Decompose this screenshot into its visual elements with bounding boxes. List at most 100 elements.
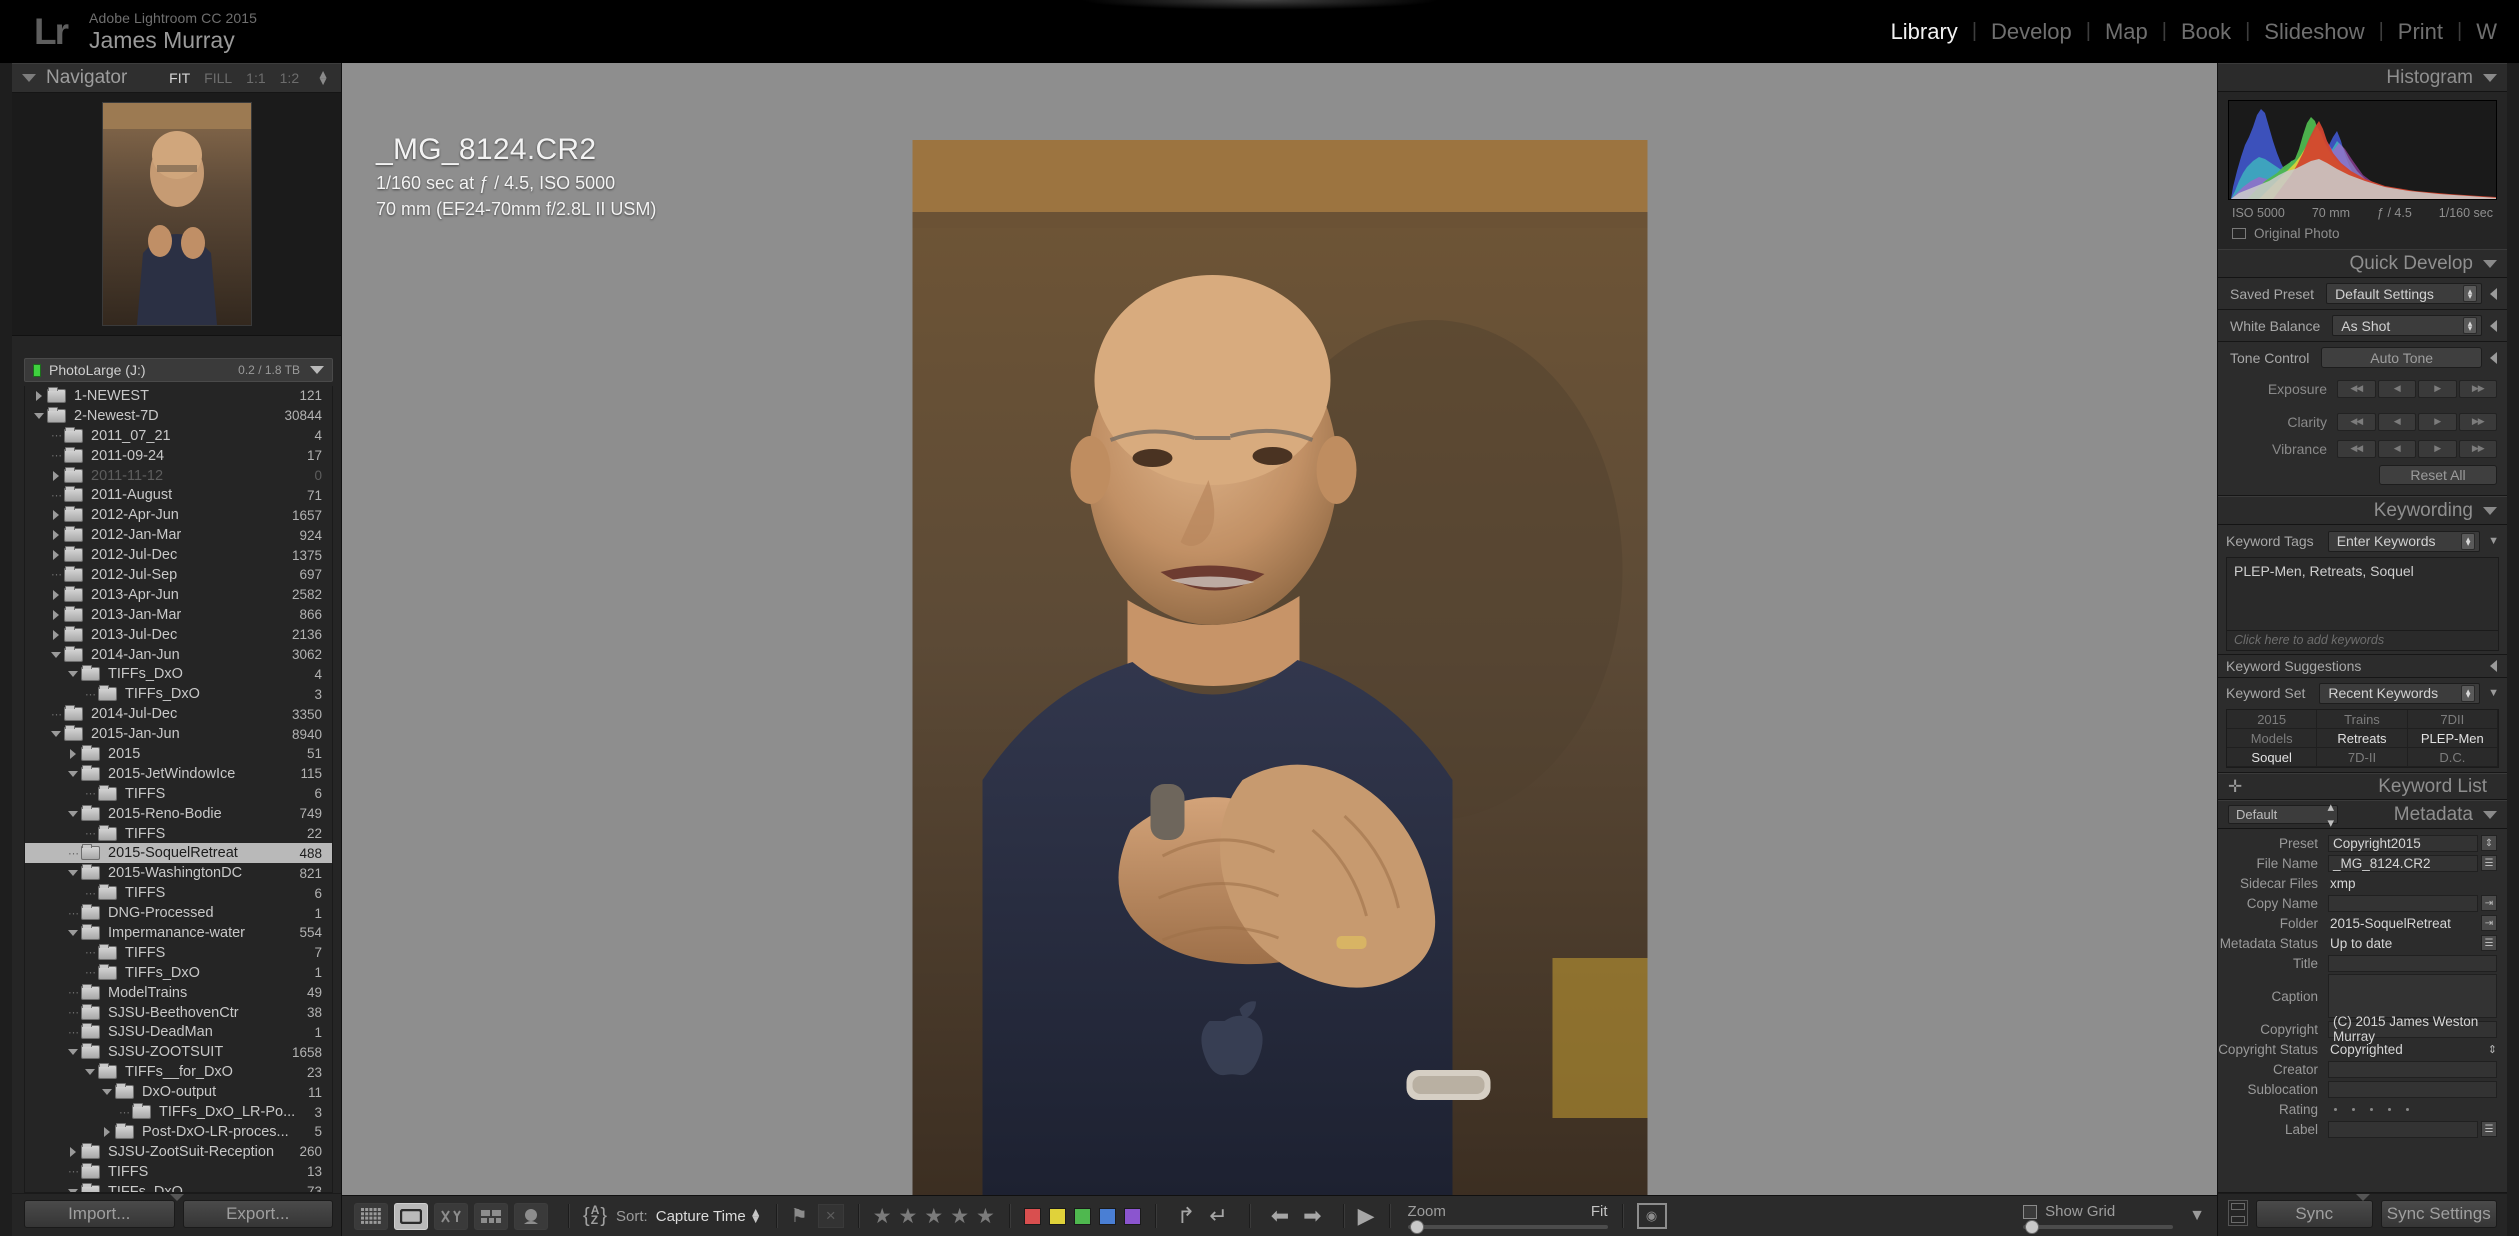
folder-row[interactable]: ⋯ 2011-09-24 17 bbox=[25, 446, 332, 466]
sync-mode-icon[interactable] bbox=[2228, 1200, 2248, 1226]
disclosure-right-icon[interactable] bbox=[48, 609, 64, 620]
folder-row[interactable]: TIFFs__for_DxO 23 bbox=[25, 1062, 332, 1082]
rating-control[interactable] bbox=[2328, 1107, 2409, 1111]
module-develop[interactable]: Develop bbox=[1977, 19, 2086, 45]
disclosure-dots-icon[interactable]: ⋯ bbox=[82, 966, 98, 979]
folder-row[interactable]: 2012-Apr-Jun 1657 bbox=[25, 505, 332, 525]
disclosure-dots-icon[interactable]: ⋯ bbox=[82, 946, 98, 959]
disclosure-dots-icon[interactable]: ⋯ bbox=[65, 1026, 81, 1039]
next-photo-icon[interactable]: ➡ bbox=[1303, 1203, 1321, 1229]
metadata-field[interactable] bbox=[2328, 1120, 2478, 1138]
module-map[interactable]: Map bbox=[2091, 19, 2162, 45]
disclosure-dots-icon[interactable]: ⋯ bbox=[48, 568, 64, 581]
disclosure-down-icon[interactable] bbox=[48, 651, 64, 658]
original-photo-toggle[interactable]: Original Photo bbox=[2218, 224, 2507, 249]
navigator-header[interactable]: Navigator FIT FILL 1:1 1:2 ▲ ▼ bbox=[12, 63, 341, 93]
quick-develop-header[interactable]: Quick Develop bbox=[2218, 249, 2507, 278]
previous-photo-icon[interactable]: ⬅ bbox=[1271, 1203, 1289, 1229]
folder-row[interactable]: 2015-Jan-Jun 8940 bbox=[25, 724, 332, 744]
star-3[interactable]: ★ bbox=[924, 1204, 943, 1229]
chevron-down-icon[interactable]: ▼ bbox=[2488, 687, 2499, 699]
disclosure-right-icon[interactable] bbox=[48, 510, 64, 521]
chevron-down-icon[interactable] bbox=[2483, 506, 2497, 515]
disclosure-dots-icon[interactable]: ⋯ bbox=[48, 489, 64, 502]
vibrance-big-increase[interactable]: ▶▶ bbox=[2458, 439, 2497, 458]
zoom-value[interactable]: Fit bbox=[1591, 1203, 1608, 1220]
disclosure-down-icon[interactable] bbox=[65, 1049, 81, 1056]
chevron-left-icon[interactable] bbox=[2490, 351, 2497, 364]
panel-collapse-arrow-icon[interactable] bbox=[2355, 1194, 2370, 1201]
rotate-right-icon[interactable]: ↱ bbox=[1177, 1203, 1195, 1229]
disclosure-right-icon[interactable] bbox=[99, 1126, 115, 1137]
module-slideshow[interactable]: Slideshow bbox=[2250, 19, 2378, 45]
keyword-set-grid[interactable]: 2015 Trains 7DII Models Retreats PLEP-Men Soqu… bbox=[2226, 709, 2499, 768]
metadata-header[interactable]: Default ▴ ▾ Metadata bbox=[2218, 799, 2507, 830]
clarity-increase[interactable]: ▶ bbox=[2418, 412, 2457, 431]
zoom-fit[interactable]: FIT bbox=[169, 70, 190, 86]
disclosure-down-icon[interactable] bbox=[65, 929, 81, 936]
metadata-view-select[interactable]: Default ▴ ▾ bbox=[2228, 799, 2338, 830]
clarity-decrease[interactable]: ◀ bbox=[2377, 412, 2416, 431]
reset-all-button[interactable]: Reset All bbox=[2379, 465, 2497, 485]
export-button[interactable]: Export... bbox=[182, 1200, 333, 1228]
disclosure-dots-icon[interactable]: ⋯ bbox=[82, 887, 98, 900]
keyword-tags-mode-select[interactable]: Enter Keywords ▴ ▾ bbox=[2327, 530, 2481, 552]
sort-value[interactable]: Capture Time bbox=[656, 1208, 746, 1225]
go-to-folder-icon[interactable]: ⇥ bbox=[2481, 915, 2497, 931]
zoom-fill[interactable]: FILL bbox=[204, 70, 232, 86]
disclosure-down-icon[interactable] bbox=[48, 731, 64, 738]
folder-tree[interactable]: 1-NEWEST 121 2-Newest-7D 30844 ⋯ 2011_07_21 4 ⋯… bbox=[24, 386, 333, 1193]
folder-row[interactable]: ⋯ SJSU-DeadMan 1 bbox=[25, 1023, 332, 1043]
show-grid-checkbox[interactable] bbox=[2023, 1204, 2038, 1219]
exposure-nudge-group[interactable]: ◀◀ ◀ ▶ ▶▶ bbox=[2337, 379, 2497, 398]
disclosure-right-icon[interactable] bbox=[48, 470, 64, 481]
disclosure-right-icon[interactable] bbox=[31, 390, 47, 401]
disclosure-dots-icon[interactable]: ⋯ bbox=[65, 907, 81, 920]
folder-row[interactable]: ⋯ TIFFS 13 bbox=[25, 1162, 332, 1182]
chevron-down-icon[interactable] bbox=[2483, 810, 2497, 819]
disclosure-down-icon[interactable] bbox=[65, 810, 81, 817]
loupe-stage[interactable]: _MG_8124.CR2 1/160 sec at ƒ / 4.5, ISO 5… bbox=[342, 63, 2217, 1195]
vibrance-decrease[interactable]: ◀ bbox=[2377, 439, 2416, 458]
disclosure-dots-icon[interactable]: ⋯ bbox=[48, 429, 64, 442]
survey-view-icon[interactable] bbox=[474, 1202, 508, 1230]
folder-row[interactable]: ⋯ 2015-SoquelRetreat 488 bbox=[25, 843, 332, 864]
folder-row[interactable]: ⋯ SJSU-BeethovenCtr 38 bbox=[25, 1003, 332, 1023]
volume-menu-icon[interactable] bbox=[310, 366, 324, 374]
chevron-down-icon[interactable] bbox=[22, 74, 36, 82]
rotate-left-icon[interactable]: ↵ bbox=[1209, 1203, 1227, 1229]
go-to-folder-icon[interactable]: ⇥ bbox=[2481, 895, 2497, 911]
grid-size-handle[interactable] bbox=[2025, 1220, 2040, 1234]
keyword-list-header[interactable]: ✛ Keyword List bbox=[2218, 773, 2507, 800]
people-view-icon[interactable] bbox=[514, 1202, 548, 1230]
flag-reject-icon[interactable]: × bbox=[817, 1204, 844, 1228]
clarity-big-decrease[interactable]: ◀◀ bbox=[2337, 412, 2376, 431]
vibrance-nudge-group[interactable]: ◀◀ ◀ ▶ ▶▶ bbox=[2337, 439, 2497, 458]
keyword-set-cell[interactable]: 2015 bbox=[2227, 710, 2318, 729]
zoom-1-1[interactable]: 1:1 bbox=[246, 70, 265, 86]
metadata-menu-icon[interactable]: ☰ bbox=[2481, 935, 2497, 951]
disclosure-dots-icon[interactable]: ⋯ bbox=[65, 1165, 81, 1178]
keyword-set-select[interactable]: Recent Keywords ▴ ▾ bbox=[2319, 682, 2481, 704]
folder-row[interactable]: 2014-Jan-Jun 3062 bbox=[25, 645, 332, 665]
folder-row[interactable]: ⋯ TIFFS 6 bbox=[25, 784, 332, 804]
color-label-swatch-4[interactable] bbox=[1098, 1207, 1116, 1225]
histogram-header[interactable]: Histogram bbox=[2218, 63, 2507, 92]
folder-row[interactable]: SJSU-ZootSuit-Reception 260 bbox=[25, 1142, 332, 1162]
disclosure-dots-icon[interactable]: ⋯ bbox=[82, 827, 98, 840]
metadata-field[interactable]: (C) 2015 James Weston Murray bbox=[2328, 1014, 2497, 1044]
import-button[interactable]: Import... bbox=[24, 1200, 175, 1228]
auto-tone-button[interactable]: Auto Tone bbox=[2321, 347, 2482, 368]
navigator-thumbnail[interactable] bbox=[102, 103, 251, 325]
disclosure-dots-icon[interactable]: ⋯ bbox=[82, 787, 98, 800]
folder-row[interactable]: 2013-Apr-Jun 2582 bbox=[25, 585, 332, 605]
folder-row[interactable]: ⋯ 2012-Jul-Sep 697 bbox=[25, 565, 332, 585]
keyword-set-cell[interactable]: Trains bbox=[2317, 710, 2408, 729]
keyword-set-cell[interactable]: D.C. bbox=[2407, 748, 2498, 767]
toolbar-options-chevron-icon[interactable]: ▼ bbox=[2189, 1207, 2205, 1225]
keyword-set-cell[interactable]: PLEP-Men bbox=[2407, 729, 2498, 748]
keyword-set-cell[interactable]: Models bbox=[2227, 729, 2318, 748]
keywording-header[interactable]: Keywording bbox=[2218, 496, 2507, 525]
disclosure-down-icon[interactable] bbox=[99, 1089, 115, 1096]
vibrance-big-decrease[interactable]: ◀◀ bbox=[2337, 439, 2376, 458]
